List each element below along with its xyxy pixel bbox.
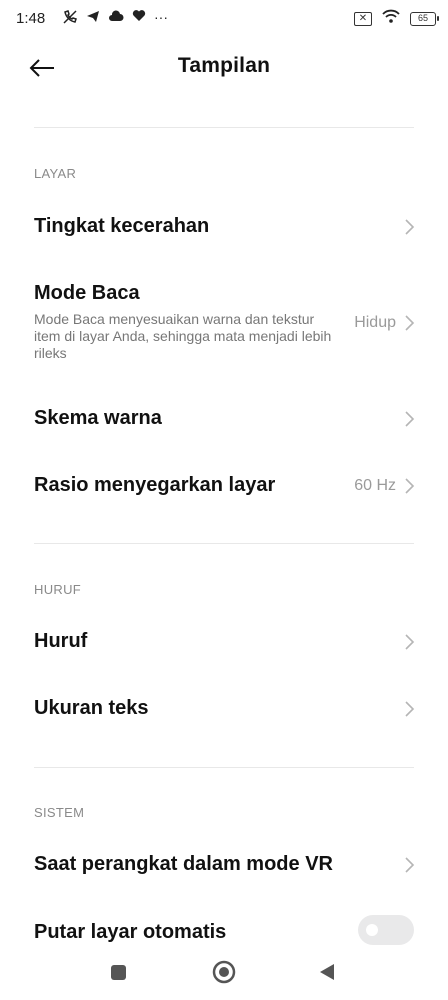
back-triangle-icon bbox=[320, 964, 334, 980]
chevron-right-icon bbox=[405, 701, 415, 717]
settings-screen: 1:48 ··· ✕ 65 Tampilan LAYAR Tingkat kec… bbox=[0, 0, 448, 1000]
row-tingkat-kecerahan[interactable]: Tingkat kecerahan bbox=[0, 198, 448, 256]
status-bar: 1:48 ··· ✕ 65 bbox=[0, 0, 448, 40]
divider bbox=[34, 127, 414, 128]
row-title: Putar layar otomatis bbox=[34, 921, 227, 943]
row-title: Tingkat kecerahan bbox=[34, 215, 210, 237]
wifi-icon bbox=[382, 9, 400, 28]
battery-icon: 65 bbox=[410, 11, 439, 26]
toggle-knob bbox=[366, 924, 378, 936]
muted-call-icon bbox=[62, 9, 78, 28]
row-title: Huruf bbox=[34, 630, 88, 652]
status-icons-left: ··· bbox=[62, 9, 168, 28]
section-label-layar: LAYAR bbox=[34, 166, 77, 181]
chevron-right-icon bbox=[405, 478, 415, 494]
status-time: 1:48 bbox=[16, 10, 46, 27]
row-mode-baca[interactable]: Mode Baca Mode Baca menyesuaikan warna d… bbox=[0, 268, 448, 378]
nav-back-button[interactable] bbox=[318, 962, 336, 987]
row-description: Mode Baca menyesuaikan warna dan tekstur… bbox=[34, 311, 332, 361]
section-label-huruf: HURUF bbox=[34, 582, 81, 597]
divider bbox=[34, 543, 414, 544]
chevron-right-icon bbox=[405, 411, 415, 427]
no-sim-icon: ✕ bbox=[354, 11, 372, 26]
auto-rotate-toggle[interactable] bbox=[358, 915, 414, 945]
row-huruf[interactable]: Huruf bbox=[0, 613, 448, 671]
chevron-right-icon bbox=[405, 634, 415, 650]
row-title: Saat perangkat dalam mode VR bbox=[34, 853, 333, 875]
home-circle-icon bbox=[212, 960, 236, 984]
row-value-refresh-rate: 60 Hz bbox=[354, 477, 396, 494]
divider bbox=[34, 767, 414, 768]
home-button[interactable] bbox=[212, 960, 236, 989]
chevron-right-icon bbox=[405, 219, 415, 235]
row-skema-warna[interactable]: Skema warna bbox=[0, 390, 448, 448]
chevron-right-icon bbox=[405, 857, 415, 873]
header: Tampilan bbox=[0, 40, 448, 96]
row-rasio-menyegarkan[interactable]: Rasio menyegarkan layar 60 Hz bbox=[0, 457, 448, 515]
navigation-bar bbox=[0, 945, 448, 1000]
row-title: Ukuran teks bbox=[34, 697, 149, 719]
recents-button[interactable] bbox=[110, 964, 127, 986]
row-title: Mode Baca bbox=[34, 282, 140, 304]
row-value-mode-baca: Hidup bbox=[354, 314, 396, 331]
chevron-right-icon bbox=[405, 315, 415, 331]
section-label-sistem: SISTEM bbox=[34, 805, 85, 820]
status-icons-right: ✕ 65 bbox=[354, 9, 439, 28]
more-dots-icon: ··· bbox=[154, 9, 168, 25]
row-title: Skema warna bbox=[34, 407, 162, 429]
recents-square-icon bbox=[111, 965, 126, 980]
row-title: Rasio menyegarkan layar bbox=[34, 474, 276, 496]
heart-icon bbox=[132, 9, 146, 28]
page-title: Tampilan bbox=[177, 54, 271, 77]
telegram-icon bbox=[86, 9, 100, 28]
row-ukuran-teks[interactable]: Ukuran teks bbox=[0, 680, 448, 738]
row-mode-vr[interactable]: Saat perangkat dalam mode VR bbox=[0, 836, 448, 894]
cloud-icon bbox=[108, 9, 124, 28]
